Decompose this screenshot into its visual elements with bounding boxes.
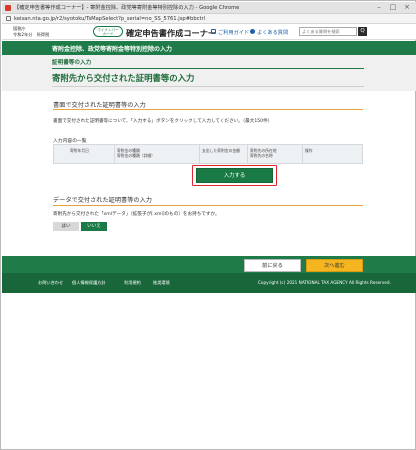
table-header-cell: 寄附金の種類 寄附金の種類（詳細） bbox=[117, 148, 155, 158]
lock-icon bbox=[6, 16, 11, 21]
title-divider bbox=[52, 86, 364, 87]
page-title: 寄附先から交付された証明書等の入力 bbox=[52, 73, 195, 83]
favicon-icon bbox=[5, 5, 11, 11]
minimize-icon[interactable]: – bbox=[374, 3, 384, 12]
book-icon bbox=[211, 29, 216, 34]
footer-link-environment[interactable]: 推奨環境 bbox=[153, 280, 170, 286]
table-divider bbox=[199, 145, 200, 163]
site-header: 国税庁 令和2年分 所得税 マイナンバー カード 確定申告書作成コーナー ご利用… bbox=[2, 24, 416, 40]
breadcrumb: 証明書等の入力 bbox=[52, 60, 92, 66]
footer-link-privacy[interactable]: 個人情報保護方針 bbox=[72, 280, 106, 286]
list-heading: 入力内容の一覧 bbox=[53, 139, 87, 144]
paper-section-divider bbox=[53, 109, 363, 110]
certificate-table: 寄附年月日 寄附金の種類 寄附金の種類（詳細） 支出した寄附金の金額 寄附先の所在… bbox=[53, 144, 363, 164]
mynumber-card-button[interactable]: マイナンバー カード bbox=[93, 26, 123, 37]
data-section-divider bbox=[53, 205, 363, 206]
xml-question: 寄附先から交付された「xmlデータ」（拡張子が[.xml]のもの）をお持ちですか… bbox=[53, 212, 220, 217]
paper-section-description: 書面で交付された証明書等について、「入力する」ボタンをクリックして入力してくださ… bbox=[53, 119, 273, 124]
search-button[interactable]: Q bbox=[358, 27, 367, 36]
table-divider bbox=[247, 145, 248, 163]
section-bar-title: 寄附金控除、政党等寄附金等特別控除の入力 bbox=[52, 46, 173, 53]
page-header: 証明書等の入力 寄附先から交付された証明書等の入力 bbox=[2, 55, 416, 91]
site-title: 確定申告書作成コーナー bbox=[126, 28, 217, 38]
footer-link-terms[interactable]: 利用規約 bbox=[124, 280, 141, 286]
no-button[interactable]: いいえ bbox=[81, 222, 107, 231]
faq-search-input[interactable] bbox=[299, 27, 357, 36]
window-title: 【確定申告書等作成コーナー】- 寄附金控除、政党等寄附金等特別控除の入力 - G… bbox=[14, 5, 240, 11]
table-divider bbox=[302, 145, 303, 163]
faq-link[interactable]: よくある質問 bbox=[250, 29, 288, 36]
footer: お問い合わせ 個人情報保護方針 利用規約 推奨環境 Copyright (c) … bbox=[2, 273, 416, 293]
footer-link-contact[interactable]: お問い合わせ bbox=[38, 280, 63, 286]
section-bar: 寄附金控除、政党等寄附金等特別控除の入力 bbox=[2, 41, 416, 55]
highlight-frame bbox=[192, 165, 277, 186]
table-header-cell: 寄附年月日 bbox=[70, 148, 89, 153]
browser-window: 【確定申告書等作成コーナー】- 寄附金控除、政党等寄附金等特別控除の入力 - G… bbox=[0, 0, 416, 450]
question-icon bbox=[250, 29, 255, 34]
breadcrumb-divider bbox=[52, 68, 364, 69]
table-header-cell: 支出した寄附金の金額 bbox=[202, 148, 240, 153]
url-text[interactable]: keisan.nta.go.jp/r2/syotoku/TsMapSelect?… bbox=[14, 16, 205, 22]
usage-guide-link[interactable]: ご利用ガイド bbox=[211, 29, 249, 36]
table-header-cell: 寄附先の所在地 寄附先の名称 bbox=[250, 148, 277, 158]
copyright-text: Copyright (c) 2021 NATIONAL TAX AGENCY A… bbox=[258, 280, 391, 285]
table-header-cell: 操作 bbox=[305, 148, 313, 153]
maximize-icon[interactable]: □ bbox=[388, 3, 398, 12]
tax-year-label: 国税庁 令和2年分 所得税 bbox=[13, 26, 50, 37]
data-section-heading: データで交付された証明書等の入力 bbox=[53, 197, 152, 204]
close-icon[interactable]: × bbox=[402, 3, 412, 12]
yes-button[interactable]: はい bbox=[53, 222, 79, 231]
next-button[interactable]: 次へ進む bbox=[306, 259, 363, 272]
table-divider bbox=[114, 145, 115, 163]
paper-section-heading: 書面で交付された証明書等の入力 bbox=[53, 102, 146, 109]
title-bar: 【確定申告書等作成コーナー】- 寄附金控除、政党等寄附金等特別控除の入力 - G… bbox=[2, 2, 416, 14]
back-button[interactable]: 前に戻る bbox=[244, 259, 301, 272]
address-bar[interactable]: keisan.nta.go.jp/r2/syotoku/TsMapSelect?… bbox=[2, 14, 416, 24]
